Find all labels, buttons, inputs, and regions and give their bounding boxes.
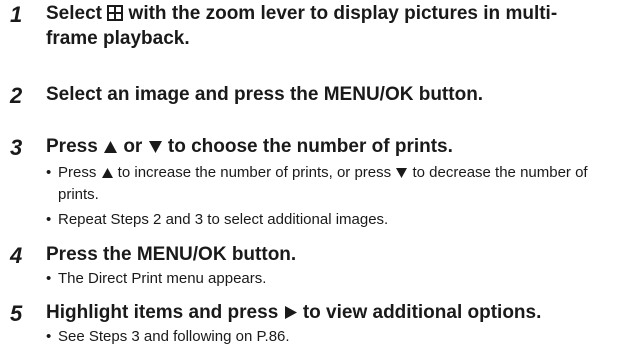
up-triangle-icon [103,137,118,160]
up-triangle-icon [101,165,114,185]
down-triangle-icon [148,137,163,160]
step-title: Select with the zoom lever to display pi… [46,3,558,49]
step-number: 4 [10,243,23,268]
step-number: 3 [10,135,23,160]
list-item: Press to increase the number of prints, … [46,163,606,205]
bullet-list: The Direct Print menu appears. [46,269,606,294]
list-item: Repeat Steps 2 and 3 to select additiona… [46,210,606,230]
step-title: Press or to choose the number of prints. [46,135,606,160]
multi-frame-icon [107,4,124,27]
bullet-list: Press to increase the number of prints, … [46,163,606,235]
step-number: 5 [10,301,23,326]
step-title: Highlight items and press to view additi… [46,301,606,326]
bullet-list: See Steps 3 and following on P.86. [46,327,606,352]
down-triangle-icon [395,165,408,185]
list-item: The Direct Print menu appears. [46,269,606,289]
step-number: 2 [10,83,23,108]
right-triangle-icon [284,303,298,326]
list-item: See Steps 3 and following on P.86. [46,327,606,347]
step-number: 1 [10,2,23,27]
step-title: Press the MENU/OK button. [46,244,297,265]
step-title: Select an image and press the MENU/OK bu… [46,84,484,105]
